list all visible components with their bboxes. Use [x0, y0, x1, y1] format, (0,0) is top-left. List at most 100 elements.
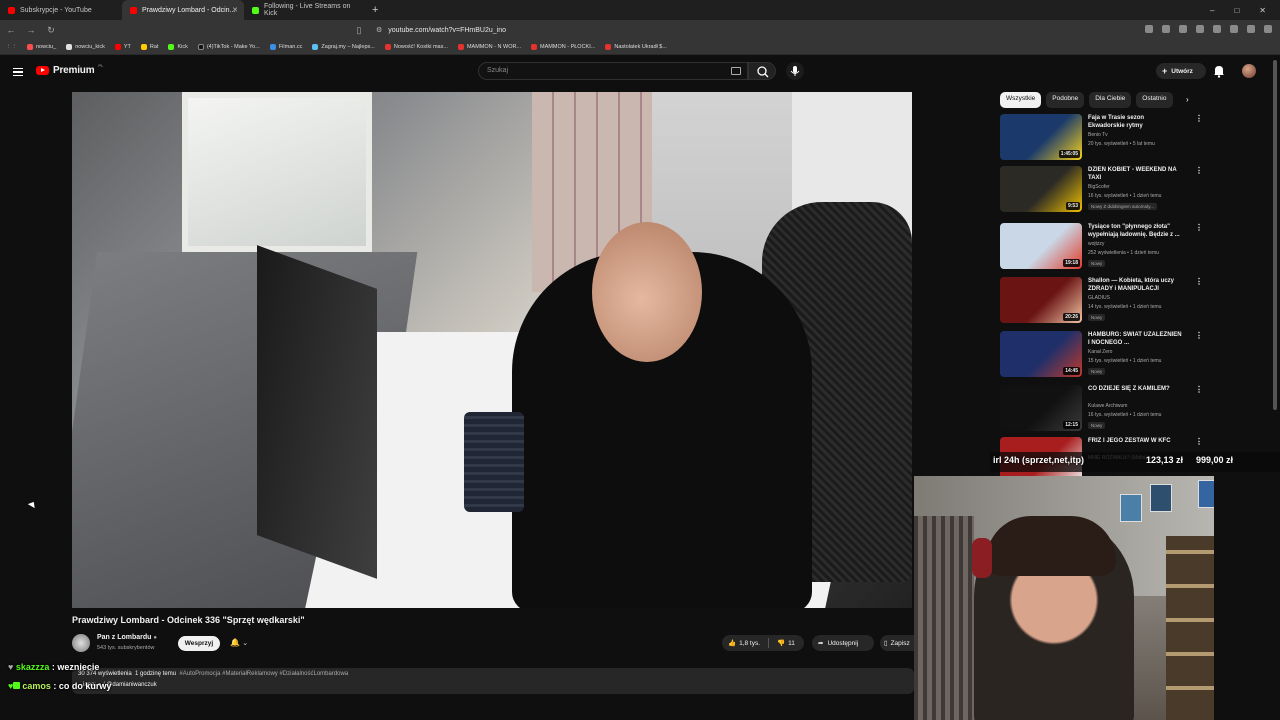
- search-button[interactable]: [748, 62, 776, 80]
- reload-icon[interactable]: ↻: [46, 25, 56, 36]
- bookmark-item[interactable]: MAMMON - N WOR...: [457, 44, 521, 50]
- bookmark-item[interactable]: Kick: [168, 44, 188, 50]
- extension-icon[interactable]: [1162, 25, 1170, 33]
- extension-icon[interactable]: [1247, 25, 1255, 33]
- video-title: Tysiące ton "płynnego złota" wypełniają …: [1088, 224, 1180, 238]
- video-thumbnail[interactable]: 14:45: [1000, 331, 1082, 377]
- chat-message: ♥ camos : co do kurwy: [8, 681, 112, 691]
- video-thumbnail[interactable]: 9:53: [1000, 166, 1082, 212]
- more-options-icon[interactable]: ⋮: [1195, 331, 1203, 340]
- youtube-logo[interactable]: Premium PL: [36, 63, 103, 76]
- dislike-button[interactable]: 👎 11: [777, 639, 795, 648]
- recommendation-item[interactable]: 14:45 HAMBURG: ŚWIAT UZALEŻNIEŃ I NOCNEGO…: [1000, 331, 1203, 383]
- video-frame-head: [592, 222, 702, 362]
- bookmark-item[interactable]: nowciu_kick: [66, 44, 105, 50]
- browser-tab[interactable]: Subskrypcje - YouTube: [0, 0, 122, 20]
- channel-name[interactable]: Pan z Lombardu ●: [97, 634, 157, 641]
- chip-for-you[interactable]: Dla Ciebie: [1089, 92, 1132, 108]
- menu-icon[interactable]: [13, 68, 23, 76]
- notifications-button[interactable]: [1213, 64, 1225, 83]
- chat-badge-icon: [13, 682, 21, 689]
- back-icon[interactable]: ←: [6, 25, 16, 35]
- video-title: DZIEŃ KOBIET - WEEKEND NA TAXI: [1088, 167, 1177, 181]
- bookmark-item[interactable]: YT: [114, 44, 131, 50]
- bookmark-label: Rat: [149, 44, 159, 50]
- search-icon: [757, 66, 769, 78]
- close-tab-icon[interactable]: ✕: [232, 6, 238, 14]
- video-thumbnail[interactable]: 1:45:05: [1000, 114, 1082, 160]
- extension-icon[interactable]: [1196, 25, 1204, 33]
- share-button[interactable]: ➦ Udostępnij: [812, 635, 874, 651]
- site-info-icon[interactable]: ⚙: [376, 26, 382, 34]
- extension-icon[interactable]: [1179, 25, 1187, 33]
- close-window-icon[interactable]: ✕: [1259, 6, 1266, 15]
- recommendation-item[interactable]: 12:15 CO DZIEJE SIĘ Z KAMILEM? Kulawe Arch…: [1000, 385, 1203, 437]
- channel-avatar[interactable]: [72, 634, 90, 652]
- posted-time: 1 godzinę temu: [135, 671, 177, 677]
- more-options-icon[interactable]: ⋮: [1195, 223, 1203, 232]
- bookmark-item[interactable]: Filman.cc: [269, 44, 302, 50]
- hashtags[interactable]: #AutoPromocja #MateriałReklamowy #Działa…: [179, 671, 348, 677]
- recommendation-item[interactable]: 1:45:05 Faja w Trasie sezon Ekwadorskie r…: [1000, 114, 1203, 166]
- more-options-icon[interactable]: ⋮: [1195, 166, 1203, 175]
- support-button[interactable]: Wesprzyj: [178, 636, 220, 651]
- recommendation-item[interactable]: 9:53 DZIEŃ KOBIET - WEEKEND NA TAXI BigSco…: [1000, 166, 1203, 218]
- bookmark-icon[interactable]: ▯: [354, 25, 364, 36]
- bookmark-label: Kick: [177, 44, 188, 50]
- chat-message: ♥ skazzza : wezniecie: [8, 662, 100, 672]
- create-button[interactable]: + Utwórz: [1156, 63, 1206, 79]
- more-options-icon[interactable]: ⋮: [1195, 114, 1203, 123]
- like-button[interactable]: 👍 1,8 tys.: [728, 639, 760, 648]
- video-thumbnail[interactable]: 20:26: [1000, 277, 1082, 323]
- webcam-curtain: [914, 516, 974, 720]
- more-options-icon[interactable]: ⋮: [1195, 437, 1203, 446]
- headset-icon: [972, 538, 992, 578]
- recommendation-item[interactable]: 20:26 Shallon — Kobieta, która uczy ZDRAD…: [1000, 277, 1203, 329]
- extension-icon[interactable]: [1145, 25, 1153, 33]
- subscriber-count: 543 tys. subskrybentów: [97, 645, 155, 651]
- forward-icon[interactable]: →: [26, 25, 36, 35]
- chip-related[interactable]: Podobne: [1046, 92, 1085, 108]
- keyboard-icon[interactable]: [731, 67, 741, 75]
- apps-icon[interactable]: ⋮⋮: [6, 44, 17, 50]
- bookmark-item[interactable]: Rat: [140, 44, 159, 50]
- more-options-icon[interactable]: ⋮: [1195, 277, 1203, 286]
- voice-search-button[interactable]: [786, 62, 804, 80]
- chevron-right-icon[interactable]: ›: [1186, 95, 1189, 104]
- minimize-icon[interactable]: –: [1210, 6, 1214, 15]
- subscription-bell-button[interactable]: 🔔 ⌄: [230, 638, 248, 647]
- maximize-icon[interactable]: □: [1234, 6, 1239, 15]
- plus-icon: +: [1162, 66, 1168, 76]
- new-badge: Nowy: [1088, 368, 1106, 375]
- menu-icon[interactable]: [1264, 25, 1272, 33]
- bookmark-item[interactable]: Nastolatek Ukradł $...: [605, 44, 667, 50]
- video-thumbnail[interactable]: 12:15: [1000, 385, 1082, 431]
- recommendation-item[interactable]: 19:18 Tysiące ton "płynnego złota" wypełn…: [1000, 223, 1203, 275]
- page-scrollbar[interactable]: [1273, 60, 1277, 410]
- bookmark-item[interactable]: MAMMON - PŁOCKI...: [531, 44, 595, 50]
- chip-recent[interactable]: Ostatnio: [1136, 92, 1173, 108]
- avatar[interactable]: [1242, 64, 1256, 78]
- video-duration: 9:53: [1065, 202, 1080, 210]
- bookmark-item[interactable]: Zagraj.my – Najleps...: [312, 44, 375, 50]
- bookmark-item[interactable]: Nowość! Kostki mas...: [384, 44, 448, 50]
- more-options-icon[interactable]: ⋮: [1195, 385, 1203, 394]
- chip-all[interactable]: Wszystkie: [1000, 92, 1042, 108]
- bookmark-item[interactable]: nowciu_: [27, 44, 56, 50]
- video-duration: 20:26: [1063, 313, 1080, 321]
- save-button[interactable]: ▯ Zapisz: [880, 635, 914, 651]
- bookmark-label: nowciu_: [36, 44, 57, 50]
- extension-icon[interactable]: [1213, 25, 1221, 33]
- new-tab-icon[interactable]: +: [372, 4, 378, 16]
- webcam-poster: [1150, 484, 1172, 512]
- thumbs-up-icon: 👍: [728, 640, 737, 647]
- video-player[interactable]: [72, 92, 912, 608]
- browser-tab-active[interactable]: Prawdziwy Lombard - Odcin... ✕: [122, 0, 244, 20]
- url-field[interactable]: ⚙ youtube.com/watch?v=FHmBU2u_ino: [372, 23, 892, 37]
- search-input[interactable]: Szukaj: [478, 62, 748, 80]
- bookmark-item[interactable]: (4)TikTok - Make Yo...: [197, 44, 260, 50]
- browser-tab[interactable]: Following - Live Streams on Kick: [244, 0, 366, 20]
- video-thumbnail[interactable]: 19:18: [1000, 223, 1082, 269]
- channel-name: Kulawe Archiwum: [1088, 403, 1128, 409]
- extension-icon[interactable]: [1230, 25, 1238, 33]
